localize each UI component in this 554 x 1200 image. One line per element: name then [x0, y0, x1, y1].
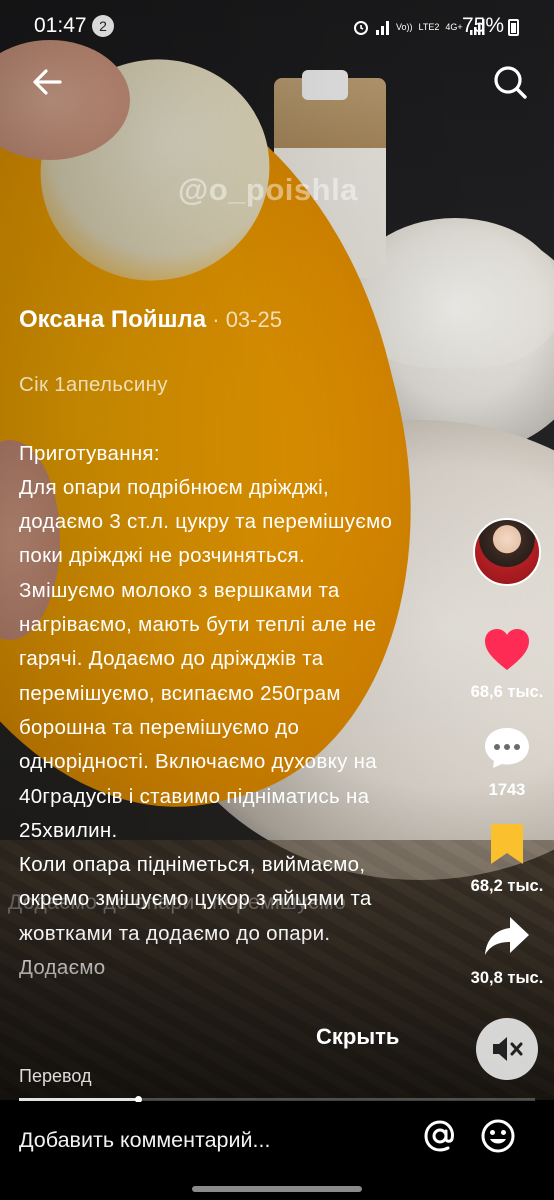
bookmark-icon	[491, 824, 523, 864]
home-indicator[interactable]	[192, 1186, 362, 1192]
4g-label: 4G+	[445, 21, 463, 32]
wifi-signal-icon	[376, 21, 389, 35]
save-count: 68,2 тыс.	[470, 877, 544, 895]
author-line: Оксана Пойшла · 03-25	[19, 306, 282, 334]
search-icon	[494, 66, 527, 99]
author-avatar[interactable]	[473, 518, 541, 586]
like-button[interactable]: 68,6 тыс.	[462, 628, 552, 702]
post-caption[interactable]: Сік 1апельсину Приготування: Для опари п…	[19, 368, 399, 1018]
at-sign-icon	[424, 1120, 454, 1152]
like-count: 68,6 тыс.	[470, 683, 544, 701]
post-date: 03-25	[225, 307, 282, 332]
back-button[interactable]	[28, 62, 68, 102]
share-arrow-icon	[485, 917, 529, 955]
date-separator: ·	[206, 307, 226, 332]
author-name[interactable]: Оксана Пойшла	[19, 306, 206, 333]
status-bar: 01:47 2 Vo)) LTE2 4G+ 75%	[0, 0, 554, 54]
emoji-button[interactable]	[480, 1118, 516, 1154]
alarm-icon	[354, 21, 368, 35]
caption-spacer	[19, 402, 399, 436]
battery-percent: 75%	[462, 14, 505, 37]
video-progress-fill	[19, 1098, 138, 1101]
hide-caption-button[interactable]: Скрыть	[316, 1024, 399, 1050]
video-progress-bar[interactable]	[19, 1096, 535, 1103]
video-watermark: @o_poishla	[178, 172, 358, 207]
caption-first-line: Сік 1апельсину	[19, 373, 168, 396]
smiley-icon	[481, 1119, 515, 1153]
mention-button[interactable]	[422, 1118, 458, 1154]
comment-count: 1743	[488, 781, 526, 799]
translate-button[interactable]: Перевод	[19, 1066, 91, 1087]
heart-icon	[485, 629, 529, 670]
share-count: 30,8 тыс.	[470, 969, 544, 987]
speaker-muted-icon	[493, 1037, 523, 1061]
status-time: 01:47	[34, 14, 87, 37]
lte-label: LTE2	[418, 21, 440, 32]
add-comment-input[interactable]: Добавить комментарий...	[19, 1128, 270, 1153]
battery-icon	[508, 19, 519, 36]
speech-bubble-icon	[485, 728, 529, 768]
mute-button[interactable]	[476, 1018, 538, 1080]
save-button[interactable]: 68,2 тыс.	[462, 822, 552, 896]
arrow-left-icon	[33, 69, 62, 95]
comment-bar: Добавить комментарий...	[0, 1102, 554, 1200]
volte-label: Vo))	[396, 21, 413, 32]
search-button[interactable]	[490, 62, 530, 102]
notification-count-badge: 2	[92, 15, 114, 37]
share-button[interactable]: 30,8 тыс.	[462, 914, 552, 988]
comment-button[interactable]: 1743	[462, 726, 552, 800]
